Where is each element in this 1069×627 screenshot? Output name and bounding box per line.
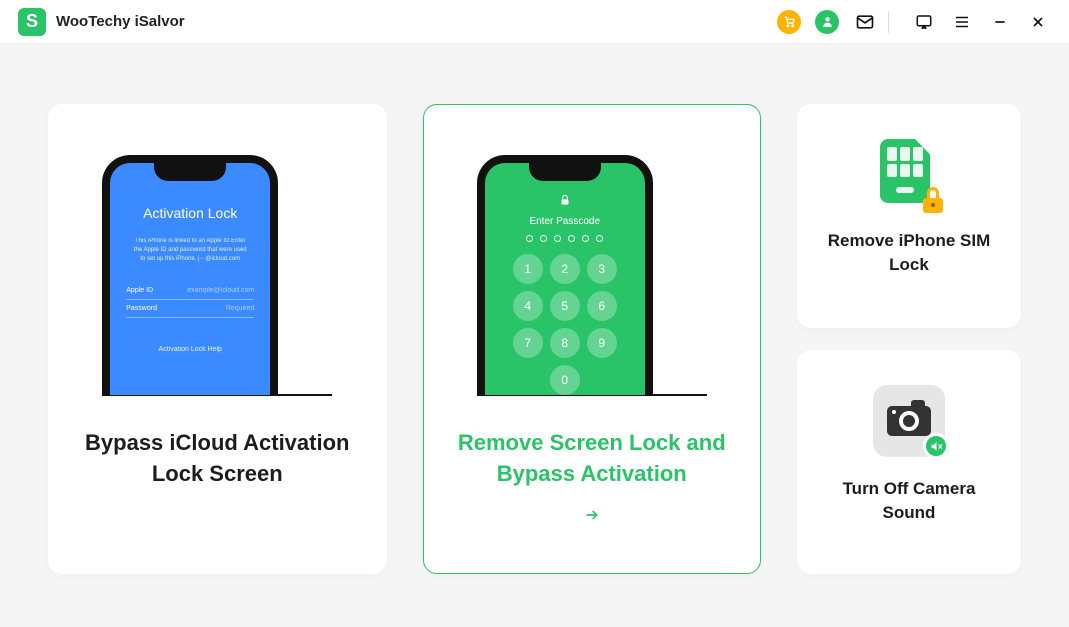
phone1-description: This iPhone is linked to an Apple ID.Ent… xyxy=(126,237,254,264)
card-bypass-icloud[interactable]: Activation Lock This iPhone is linked to… xyxy=(48,104,387,574)
minimize-icon[interactable] xyxy=(987,9,1013,35)
camera-mute-icon xyxy=(873,385,945,457)
phone2-heading: Enter Passcode xyxy=(497,216,633,227)
card-turn-off-camera-sound[interactable]: Turn Off Camera Sound xyxy=(797,350,1021,574)
phone1-password-placeholder: Required xyxy=(226,305,254,312)
key-8: 8 xyxy=(550,328,580,358)
card-bypass-icloud-title: Bypass iCloud Activation Lock Screen xyxy=(69,428,366,490)
card-remove-screen-lock-title: Remove Screen Lock and Bypass Activation xyxy=(444,428,741,490)
proceed-arrow-icon[interactable] xyxy=(581,506,603,529)
card-remove-sim-lock[interactable]: Remove iPhone SIM Lock xyxy=(797,104,1021,328)
app-logo-glyph: S xyxy=(26,11,38,32)
menu-icon[interactable] xyxy=(949,9,975,35)
mute-badge-icon xyxy=(923,433,949,459)
phone1-help: Activation Lock Help xyxy=(126,346,254,353)
app-logo: S xyxy=(18,8,46,36)
key-7: 7 xyxy=(513,328,543,358)
padlock-icon xyxy=(922,191,944,213)
phone-mock-activation-lock: Activation Lock This iPhone is linked to… xyxy=(102,155,332,396)
passcode-dots xyxy=(497,235,633,242)
phone-mock-passcode: Enter Passcode 1 2 3 4 5 6 7 8 9 xyxy=(477,155,707,396)
close-icon[interactable] xyxy=(1025,9,1051,35)
card-turn-off-camera-sound-title: Turn Off Camera Sound xyxy=(814,477,1004,525)
card-remove-screen-lock[interactable]: Enter Passcode 1 2 3 4 5 6 7 8 9 xyxy=(423,104,762,574)
phone1-password-label: Password xyxy=(126,305,157,312)
phone1-heading: Activation Lock xyxy=(126,205,254,221)
key-0: 0 xyxy=(550,365,580,395)
lock-icon xyxy=(497,193,633,210)
card-remove-sim-lock-title: Remove iPhone SIM Lock xyxy=(814,229,1004,277)
main-content: Activation Lock This iPhone is linked to… xyxy=(0,44,1069,627)
cart-icon[interactable] xyxy=(776,9,802,35)
phone1-appleid-placeholder: example@icloud.com xyxy=(187,287,254,294)
phone1-appleid-label: Apple ID xyxy=(126,287,153,294)
key-9: 9 xyxy=(587,328,617,358)
mail-icon[interactable] xyxy=(852,9,878,35)
titlebar: S WooTechy iSalvor xyxy=(0,0,1069,44)
key-5: 5 xyxy=(550,291,580,321)
account-icon[interactable] xyxy=(814,9,840,35)
key-2: 2 xyxy=(550,254,580,284)
keypad: 1 2 3 4 5 6 7 8 9 0 xyxy=(497,254,633,395)
feedback-icon[interactable] xyxy=(911,9,937,35)
key-3: 3 xyxy=(587,254,617,284)
key-6: 6 xyxy=(587,291,617,321)
app-title: WooTechy iSalvor xyxy=(56,13,185,30)
key-4: 4 xyxy=(513,291,543,321)
right-column: Remove iPhone SIM Lock Turn Off Camera S… xyxy=(797,104,1021,587)
sim-lock-icon xyxy=(880,139,938,209)
key-1: 1 xyxy=(513,254,543,284)
